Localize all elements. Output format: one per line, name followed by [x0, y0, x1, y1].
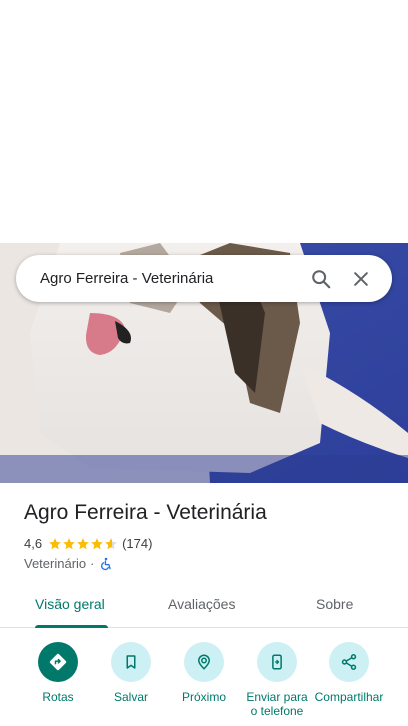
send-to-phone-icon: [257, 642, 297, 682]
share-icon: [329, 642, 369, 682]
action-bar: Rotas Salvar Próximo Enviar para o telef…: [0, 642, 408, 726]
share-button[interactable]: Compartilhar: [311, 642, 387, 704]
tab-overview[interactable]: Visão geral: [35, 596, 105, 612]
tab-reviews[interactable]: Avaliações: [168, 596, 235, 612]
close-icon: [354, 271, 368, 286]
search-input[interactable]: Agro Ferreira - Veterinária: [16, 270, 308, 287]
directions-icon: [38, 642, 78, 682]
review-count: (174): [122, 536, 153, 551]
separator-dot: ·: [90, 556, 95, 571]
save-label: Salvar: [113, 690, 148, 704]
tab-about[interactable]: Sobre: [316, 596, 353, 612]
category-row: Veterinário ·: [24, 556, 113, 571]
directions-button[interactable]: Rotas: [20, 642, 96, 704]
nearby-icon: [184, 642, 224, 682]
place-tabs: Visão geral Avaliações Sobre: [0, 588, 408, 628]
send-to-phone-button[interactable]: Enviar para o telefone: [239, 642, 315, 718]
search-bar[interactable]: Agro Ferreira - Veterinária: [16, 255, 392, 302]
nearby-label: Próximo: [181, 690, 226, 704]
bookmark-icon: [111, 642, 151, 682]
nearby-button[interactable]: Próximo: [166, 642, 242, 704]
search-button[interactable]: [308, 266, 334, 292]
star-icon: [63, 537, 75, 549]
star-icon: [91, 537, 103, 549]
wheelchair-accessible-icon: [100, 557, 111, 570]
directions-label: Rotas: [42, 690, 74, 704]
rating-stars: [48, 537, 118, 551]
send-to-phone-label: Enviar para o telefone: [246, 690, 308, 718]
rating-row[interactable]: 4,6 (174): [24, 536, 152, 551]
star-icon: [105, 537, 117, 549]
save-button[interactable]: Salvar: [93, 642, 169, 704]
active-tab-indicator: [35, 625, 108, 628]
star-icon: [77, 537, 89, 549]
place-title: Agro Ferreira - Veterinária: [24, 501, 267, 524]
place-page: Agro Ferreira - Veterinária Agro Ferreir…: [0, 0, 408, 726]
clear-search-button[interactable]: [348, 266, 374, 292]
star-icon: [49, 537, 61, 549]
search-icon: [312, 269, 331, 288]
share-label: Compartilhar: [314, 690, 384, 704]
rating-value: 4,6: [24, 536, 43, 551]
place-category: Veterinário: [24, 556, 87, 571]
